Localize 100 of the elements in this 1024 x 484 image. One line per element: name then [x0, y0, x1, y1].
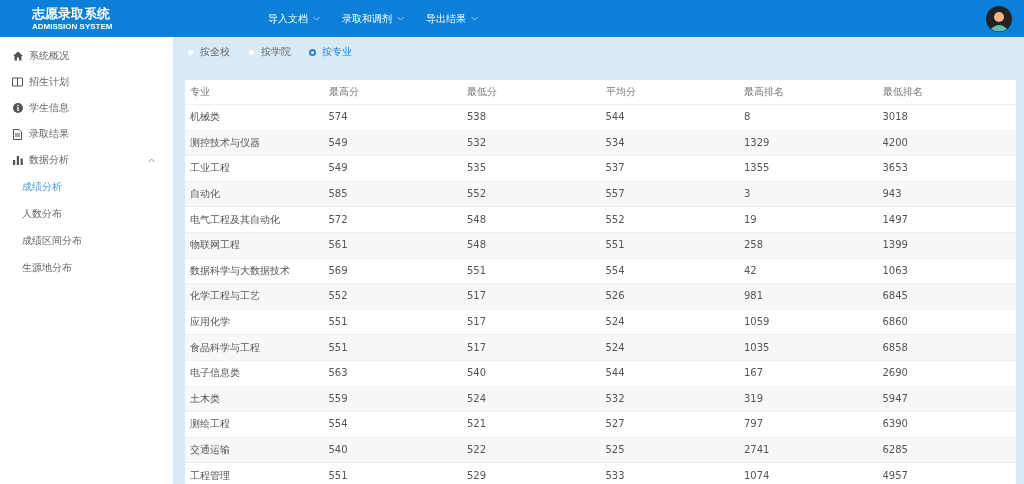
app-subtitle: ADMISSION SYSTEM: [32, 20, 113, 32]
app-title: 志愿录取系统: [32, 5, 110, 21]
table-cell: 物联网工程: [185, 232, 324, 259]
radio-label[interactable]: 按专业: [322, 45, 352, 59]
table-cell: 电气工程及其自动化: [185, 206, 324, 233]
table-cell: 527: [600, 411, 739, 438]
table-cell: 42: [739, 258, 878, 284]
table-cell: 534: [600, 130, 739, 156]
table-cell: 6858: [877, 334, 1016, 361]
table-cell: 258: [739, 232, 878, 259]
sidebar-item[interactable]: 系统概况: [0, 43, 173, 69]
table-cell: 797: [739, 411, 878, 438]
sidebar-item[interactable]: 录取结果: [0, 121, 173, 147]
table-cell: 电子信息类: [185, 360, 324, 387]
table-cell: 3: [739, 181, 878, 207]
table-cell: 540: [323, 437, 462, 463]
table-cell: 6390: [877, 411, 1016, 438]
table-cell: 572: [323, 206, 462, 233]
avatar-icon[interactable]: [986, 5, 1012, 32]
table-cell: 19: [739, 206, 878, 233]
table-cell: 538: [462, 104, 601, 131]
table-cell: 交通运输: [185, 437, 324, 463]
table-cell: 521: [462, 411, 601, 438]
bar-chart-icon: [12, 155, 23, 165]
table-cell: 554: [600, 258, 739, 284]
radio-label[interactable]: 按全校: [200, 45, 230, 59]
sidebar-item[interactable]: 学生信息: [0, 95, 173, 121]
table-cell: 563: [323, 360, 462, 387]
column-header: 最低分: [462, 80, 601, 105]
table-cell: 551: [600, 232, 739, 259]
column-header: 最高排名: [739, 80, 878, 105]
table-cell: 1074: [739, 462, 878, 484]
table-cell: 167: [739, 360, 878, 387]
table-cell: 554: [323, 411, 462, 438]
table-cell: 551: [323, 462, 462, 484]
table-cell: 517: [462, 283, 601, 310]
table-cell: 551: [323, 309, 462, 335]
submenu-item[interactable]: 成绩区间分布: [0, 227, 173, 254]
table-cell: 552: [600, 206, 739, 233]
table-cell: 535: [462, 155, 601, 182]
document-icon: [12, 128, 23, 140]
table-cell: 544: [600, 360, 739, 387]
info-icon: [12, 103, 23, 113]
table-cell: 537: [600, 155, 739, 182]
table-cell: 数据科学与大数据技术: [185, 258, 324, 284]
table-cell: 测控技术与仪器: [185, 130, 324, 156]
caret-icon: [397, 16, 404, 21]
table-cell: 981: [739, 283, 878, 310]
table-cell: 524: [600, 309, 739, 335]
table-cell: 6860: [877, 309, 1016, 335]
table-cell: 化学工程与工艺: [185, 283, 324, 310]
caret-icon: [471, 16, 478, 21]
table-cell: 4957: [877, 462, 1016, 484]
table-cell: 526: [600, 283, 739, 310]
table-cell: 1399: [877, 232, 1016, 259]
table-cell: 549: [323, 130, 462, 156]
table-cell: 585: [323, 181, 462, 207]
table-cell: 524: [462, 386, 601, 412]
table-cell: 6285: [877, 437, 1016, 463]
table-cell: 522: [462, 437, 601, 463]
table-cell: 552: [323, 283, 462, 310]
menu-item[interactable]: 录取和调剂: [342, 11, 404, 26]
table-cell: 517: [462, 309, 601, 335]
table-cell: 532: [462, 130, 601, 156]
table-cell: 548: [462, 232, 601, 259]
table-cell: 529: [462, 462, 601, 484]
table-cell: 3653: [877, 155, 1016, 182]
table-cell: 319: [739, 386, 878, 412]
table-cell: 2741: [739, 437, 878, 463]
table-cell: 517: [462, 334, 601, 361]
table-cell: 557: [600, 181, 739, 207]
sidebar-item[interactable]: 招生计划: [0, 69, 173, 95]
table-cell: 569: [323, 258, 462, 284]
column-header: 最低排名: [877, 80, 1016, 105]
table-cell: 525: [600, 437, 739, 463]
table-cell: 3018: [877, 104, 1016, 131]
radio-label[interactable]: 按学院: [261, 45, 291, 59]
table-cell: 524: [600, 334, 739, 361]
submenu-item[interactable]: 人数分布: [0, 200, 173, 227]
table-cell: 机械类: [185, 104, 324, 131]
table-cell: 540: [462, 360, 601, 387]
table-cell: 应用化学: [185, 309, 324, 335]
table-cell: 532: [600, 386, 739, 412]
table-cell: 551: [462, 258, 601, 284]
sidebar-item[interactable]: 数据分析: [0, 147, 173, 173]
table-cell: 561: [323, 232, 462, 259]
table-cell: 1059: [739, 309, 878, 335]
table-cell: 1035: [739, 334, 878, 361]
table-cell: 544: [600, 104, 739, 131]
table-cell: 1329: [739, 130, 878, 156]
radio-button[interactable]: [309, 48, 316, 56]
table-cell: 工业工程: [185, 155, 324, 182]
table-cell: 559: [323, 386, 462, 412]
table-cell: 2690: [877, 360, 1016, 387]
menu-item[interactable]: 导入文档: [268, 11, 320, 26]
submenu-item[interactable]: 生源地分布: [0, 254, 173, 281]
menu-item[interactable]: 导出结果: [426, 11, 478, 26]
table-cell: 食品科学与工程: [185, 334, 324, 361]
column-header: 专业: [185, 80, 324, 105]
home-icon: [12, 51, 23, 61]
